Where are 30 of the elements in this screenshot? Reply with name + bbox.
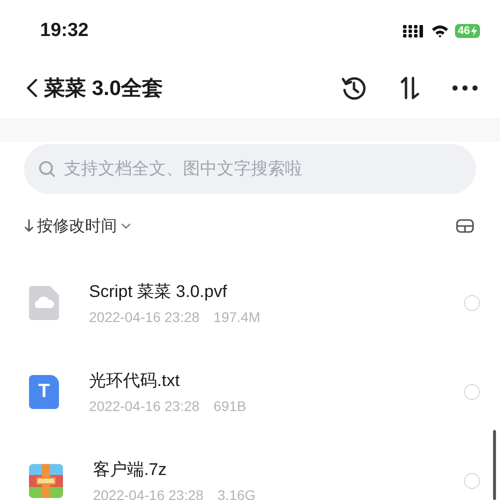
- wifi-icon: [430, 24, 449, 38]
- file-size: 3.16G: [218, 487, 256, 500]
- arrow-down-icon: [24, 219, 34, 233]
- select-radio[interactable]: [464, 472, 480, 488]
- status-time: 19:32: [40, 20, 89, 42]
- file-name[interactable]: 客户端.7z: [93, 458, 464, 481]
- sort-icon[interactable]: [398, 74, 422, 102]
- battery-level: 46: [454, 24, 480, 38]
- chevron-down-icon: [120, 222, 132, 230]
- file-size: 197.4M: [214, 309, 260, 325]
- text-file-icon: T: [29, 374, 59, 408]
- file-date: 2022-04-16 23:28: [93, 487, 204, 500]
- select-radio[interactable]: [464, 384, 480, 400]
- search-field[interactable]: 支持文档全文、图中文字搜索啦: [24, 144, 476, 194]
- folder-title: 菜菜 3.0全套: [44, 76, 164, 102]
- signal-icon: [402, 24, 425, 38]
- charging-icon: [471, 26, 477, 36]
- sort-dropdown[interactable]: 按修改时间: [24, 216, 132, 236]
- scrollbar[interactable]: [493, 430, 496, 500]
- back-button[interactable]: [26, 78, 38, 98]
- file-name[interactable]: 光环代码.txt: [89, 369, 464, 392]
- file-date: 2022-04-16 23:28: [89, 398, 200, 414]
- view-toggle-icon[interactable]: [456, 219, 474, 233]
- cloud-file-icon: [29, 286, 59, 320]
- select-radio[interactable]: [464, 294, 480, 310]
- file-date: 2022-04-16 23:28: [89, 309, 200, 325]
- archive-file-icon: [29, 464, 63, 498]
- file-name[interactable]: Script 菜菜 3.0.pvf: [89, 280, 464, 303]
- more-icon[interactable]: [452, 85, 478, 91]
- file-size: 691B: [214, 398, 246, 414]
